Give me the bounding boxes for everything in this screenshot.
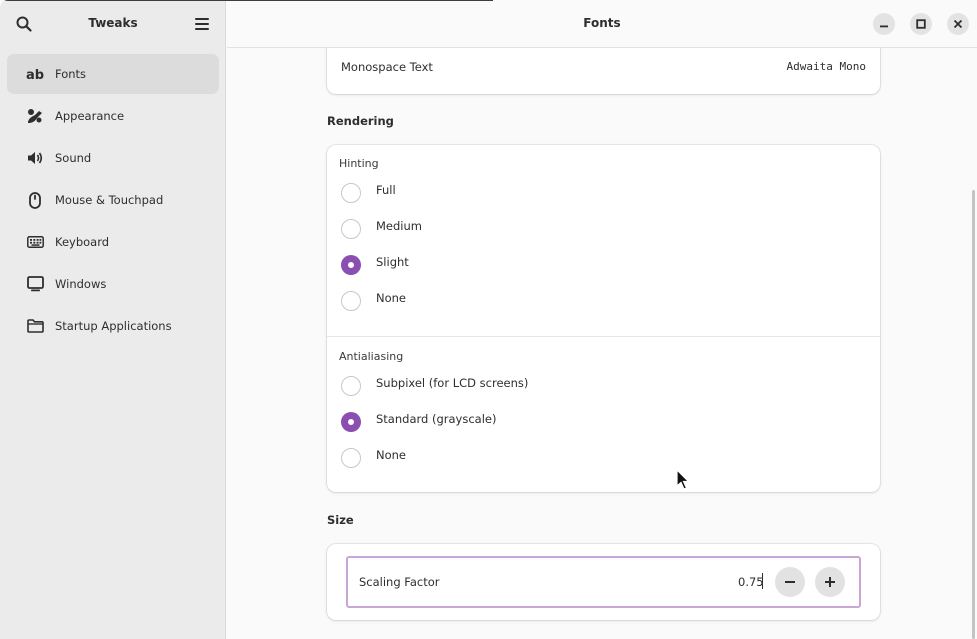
section-title-size: Size [327,513,354,527]
keyboard-icon [26,233,44,251]
vertical-scrollbar[interactable] [972,190,975,639]
radio-label: Standard (grayscale) [376,412,497,426]
sidebar-item-label: Windows [55,277,107,291]
decrease-button[interactable] [775,567,805,597]
sidebar-item-sound[interactable]: Sound [7,138,219,178]
sidebar-item-keyboard[interactable]: Keyboard [7,222,219,262]
minimize-button[interactable] [873,13,895,35]
sidebar-item-mouse-touchpad[interactable]: Mouse & Touchpad [7,180,219,220]
sidebar: Tweaks ab Fonts Appearance Sound Mouse &… [0,0,226,639]
radio-label: None [376,448,407,462]
radio-label: Medium [376,219,422,233]
sidebar-item-label: Fonts [55,67,87,81]
sidebar-item-label: Keyboard [55,235,110,249]
section-title-rendering: Rendering [327,114,394,128]
antialiasing-option-subpixel[interactable]: Subpixel (for LCD screens) [341,374,528,398]
antialiasing-option-none[interactable]: None [341,446,406,470]
main-content: Fonts Monospace Text Adwaita Mono Render… [227,0,977,639]
minimize-icon [880,25,888,28]
minus-icon [785,581,795,583]
radio-button[interactable] [341,219,361,239]
radio-label: Subpixel (for LCD screens) [376,376,529,390]
speaker-icon [26,149,44,167]
sidebar-item-appearance[interactable]: Appearance [7,96,219,136]
appearance-icon [26,107,44,125]
mouse-icon [26,191,44,209]
increase-button[interactable] [815,567,845,597]
hinting-label: Hinting [339,157,379,170]
mouse-pointer-icon [676,469,690,490]
main-header: Fonts [227,0,977,48]
radio-button-selected[interactable] [341,255,361,275]
radio-label: Slight [376,255,409,269]
scaling-factor-input[interactable]: 0.75 [738,575,764,589]
radio-button[interactable] [341,291,361,311]
divider [327,336,880,337]
font-ab-icon: ab [26,65,44,83]
svg-text:ab: ab [26,68,44,81]
radio-button[interactable] [341,376,361,396]
monitor-icon [26,275,44,293]
sidebar-item-label: Startup Applications [55,319,172,333]
plus-icon [825,577,835,587]
scaling-factor-label: Scaling Factor [359,575,440,589]
hinting-option-full[interactable]: Full [341,181,396,205]
close-icon [953,19,963,29]
monospace-label: Monospace Text [341,60,433,74]
hamburger-menu-icon [195,18,209,30]
sidebar-item-label: Appearance [55,109,125,123]
radio-button[interactable] [341,183,361,203]
window-top-border [0,0,493,1]
page-title: Fonts [583,16,621,30]
radio-label: None [376,291,407,305]
antialiasing-label: Antialiasing [339,350,404,363]
maximize-icon [916,19,926,29]
close-button[interactable] [947,13,969,35]
hinting-option-none[interactable]: None [341,289,406,313]
antialiasing-option-standard[interactable]: Standard (grayscale) [341,410,496,434]
radio-label: Full [376,183,396,197]
sidebar-header: Tweaks [0,0,226,48]
folder-icon [26,317,44,335]
rendering-card: Hinting Full Medium Slight None Antialia… [327,145,880,492]
tweaks-window: Tweaks ab Fonts Appearance Sound Mouse &… [0,0,977,639]
sidebar-item-label: Sound [55,151,92,165]
sidebar-item-fonts[interactable]: ab Fonts [7,54,219,94]
monospace-font-value: Adwaita Mono [786,60,866,73]
size-card: Scaling Factor 0.75 [327,544,880,620]
text-caret [762,573,763,589]
main-menu-button[interactable] [186,8,218,40]
radio-button-selected[interactable] [341,412,361,432]
sidebar-item-startup-applications[interactable]: Startup Applications [7,306,219,346]
sidebar-item-windows[interactable]: Windows [7,264,219,304]
scaling-factor-spinrow[interactable]: Scaling Factor 0.75 [346,556,861,608]
sidebar-item-label: Mouse & Touchpad [55,193,164,207]
radio-button[interactable] [341,448,361,468]
hinting-option-medium[interactable]: Medium [341,217,422,241]
hinting-option-slight[interactable]: Slight [341,253,409,277]
maximize-button[interactable] [910,13,932,35]
